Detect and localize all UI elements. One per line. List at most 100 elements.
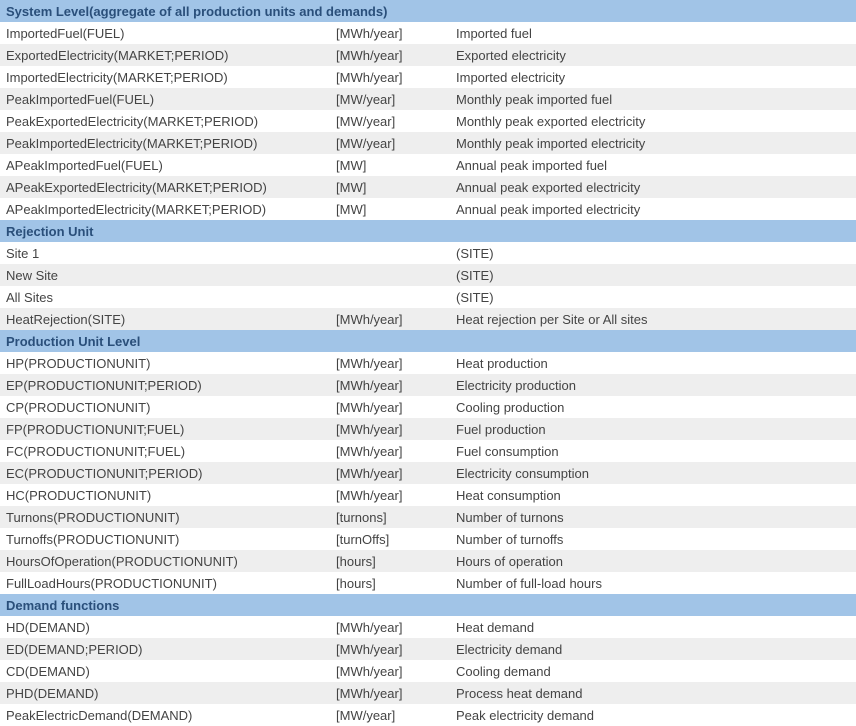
function-name-cell: PeakExportedElectricity(MARKET;PERIOD) (0, 110, 330, 132)
function-name-cell: EP(PRODUCTIONUNIT;PERIOD) (0, 374, 330, 396)
table-row: APeakImportedElectricity(MARKET;PERIOD)[… (0, 198, 856, 220)
description-cell: Imported electricity (450, 66, 856, 88)
function-name-cell: CP(PRODUCTIONUNIT) (0, 396, 330, 418)
function-name-cell: ExportedElectricity(MARKET;PERIOD) (0, 44, 330, 66)
description-cell: Electricity consumption (450, 462, 856, 484)
function-name-cell: PeakImportedFuel(FUEL) (0, 88, 330, 110)
table-row: EP(PRODUCTIONUNIT;PERIOD)[MWh/year]Elect… (0, 374, 856, 396)
table-row: HD(DEMAND)[MWh/year]Heat demand (0, 616, 856, 638)
table-row: HeatRejection(SITE)[MWh/year]Heat reject… (0, 308, 856, 330)
function-name-cell: New Site (0, 264, 330, 286)
table-row: CP(PRODUCTIONUNIT)[MWh/year]Cooling prod… (0, 396, 856, 418)
unit-cell: [turnons] (330, 506, 450, 528)
table-row: Site 1 (SITE) (0, 242, 856, 264)
description-cell: Annual peak exported electricity (450, 176, 856, 198)
table-row: CD(DEMAND)[MWh/year]Cooling demand (0, 660, 856, 682)
function-name-cell: APeakImportedFuel(FUEL) (0, 154, 330, 176)
table-row: FP(PRODUCTIONUNIT;FUEL)[MWh/year]Fuel pr… (0, 418, 856, 440)
description-cell: Process heat demand (450, 682, 856, 704)
reference-table: System Level(aggregate of all production… (0, 0, 856, 726)
table-row: PeakExportedElectricity(MARKET;PERIOD)[M… (0, 110, 856, 132)
table-row: PeakElectricDemand(DEMAND)[MW/year]Peak … (0, 704, 856, 726)
section-header: System Level(aggregate of all production… (0, 0, 856, 22)
description-cell: Electricity demand (450, 638, 856, 660)
unit-cell: [MW/year] (330, 110, 450, 132)
description-cell: (SITE) (450, 264, 856, 286)
function-name-cell: ImportedElectricity(MARKET;PERIOD) (0, 66, 330, 88)
description-cell: Monthly peak imported fuel (450, 88, 856, 110)
unit-cell: [MWh/year] (330, 418, 450, 440)
description-cell: Number of turnons (450, 506, 856, 528)
table-row: All Sites (SITE) (0, 286, 856, 308)
table-row: HC(PRODUCTIONUNIT)[MWh/year]Heat consump… (0, 484, 856, 506)
table-row: FC(PRODUCTIONUNIT;FUEL)[MWh/year]Fuel co… (0, 440, 856, 462)
table-row: ImportedFuel(FUEL)[MWh/year]Imported fue… (0, 22, 856, 44)
table-row: APeakImportedFuel(FUEL)[MW]Annual peak i… (0, 154, 856, 176)
description-cell: Fuel production (450, 418, 856, 440)
description-cell: Heat demand (450, 616, 856, 638)
unit-cell: [MWh/year] (330, 462, 450, 484)
table-row: APeakExportedElectricity(MARKET;PERIOD)[… (0, 176, 856, 198)
unit-cell: [MWh/year] (330, 682, 450, 704)
table-row: HP(PRODUCTIONUNIT)[MWh/year]Heat product… (0, 352, 856, 374)
unit-cell: [MWh/year] (330, 308, 450, 330)
unit-cell (330, 286, 450, 308)
function-name-cell: HD(DEMAND) (0, 616, 330, 638)
unit-cell: [MWh/year] (330, 616, 450, 638)
unit-cell: [MWh/year] (330, 660, 450, 682)
description-cell: (SITE) (450, 242, 856, 264)
function-name-cell: Turnoffs(PRODUCTIONUNIT) (0, 528, 330, 550)
description-cell: Cooling demand (450, 660, 856, 682)
description-cell: Hours of operation (450, 550, 856, 572)
unit-cell: [MWh/year] (330, 374, 450, 396)
function-name-cell: Turnons(PRODUCTIONUNIT) (0, 506, 330, 528)
unit-cell: [MWh/year] (330, 396, 450, 418)
table-row: EC(PRODUCTIONUNIT;PERIOD)[MWh/year]Elect… (0, 462, 856, 484)
function-name-cell: HP(PRODUCTIONUNIT) (0, 352, 330, 374)
section-header: Production Unit Level (0, 330, 856, 352)
description-cell: Annual peak imported electricity (450, 198, 856, 220)
table-row: ExportedElectricity(MARKET;PERIOD)[MWh/y… (0, 44, 856, 66)
description-cell: Number of turnoffs (450, 528, 856, 550)
unit-cell: [MW/year] (330, 704, 450, 726)
function-name-cell: HC(PRODUCTIONUNIT) (0, 484, 330, 506)
table-row: PeakImportedElectricity(MARKET;PERIOD)[M… (0, 132, 856, 154)
unit-cell: [MW] (330, 154, 450, 176)
table-row: HoursOfOperation(PRODUCTIONUNIT)[hours]H… (0, 550, 856, 572)
description-cell: Annual peak imported fuel (450, 154, 856, 176)
description-cell: Exported electricity (450, 44, 856, 66)
unit-cell: [hours] (330, 550, 450, 572)
unit-cell: [MWh/year] (330, 440, 450, 462)
description-cell: Monthly peak exported electricity (450, 110, 856, 132)
unit-cell: [MWh/year] (330, 638, 450, 660)
description-cell: Fuel consumption (450, 440, 856, 462)
function-name-cell: PHD(DEMAND) (0, 682, 330, 704)
unit-cell: [MWh/year] (330, 66, 450, 88)
function-name-cell: HoursOfOperation(PRODUCTIONUNIT) (0, 550, 330, 572)
table-row: ED(DEMAND;PERIOD)[MWh/year]Electricity d… (0, 638, 856, 660)
unit-cell: [MW] (330, 198, 450, 220)
description-cell: Electricity production (450, 374, 856, 396)
section-header: Demand functions (0, 594, 856, 616)
function-name-cell: PeakImportedElectricity(MARKET;PERIOD) (0, 132, 330, 154)
function-name-cell: FullLoadHours(PRODUCTIONUNIT) (0, 572, 330, 594)
description-cell: (SITE) (450, 286, 856, 308)
unit-cell: [MWh/year] (330, 22, 450, 44)
unit-cell: [MW/year] (330, 132, 450, 154)
description-cell: Heat consumption (450, 484, 856, 506)
unit-cell: [MWh/year] (330, 44, 450, 66)
function-name-cell: PeakElectricDemand(DEMAND) (0, 704, 330, 726)
table-row: Turnoffs(PRODUCTIONUNIT)[turnOffs]Number… (0, 528, 856, 550)
unit-cell: [hours] (330, 572, 450, 594)
unit-cell: [MW/year] (330, 88, 450, 110)
description-cell: Peak electricity demand (450, 704, 856, 726)
function-name-cell: FP(PRODUCTIONUNIT;FUEL) (0, 418, 330, 440)
function-name-cell: Site 1 (0, 242, 330, 264)
function-name-cell: APeakExportedElectricity(MARKET;PERIOD) (0, 176, 330, 198)
description-cell: Imported fuel (450, 22, 856, 44)
function-name-cell: APeakImportedElectricity(MARKET;PERIOD) (0, 198, 330, 220)
table-row: PeakImportedFuel(FUEL)[MW/year]Monthly p… (0, 88, 856, 110)
function-name-cell: ImportedFuel(FUEL) (0, 22, 330, 44)
function-name-cell: All Sites (0, 286, 330, 308)
table-row: FullLoadHours(PRODUCTIONUNIT)[hours]Numb… (0, 572, 856, 594)
